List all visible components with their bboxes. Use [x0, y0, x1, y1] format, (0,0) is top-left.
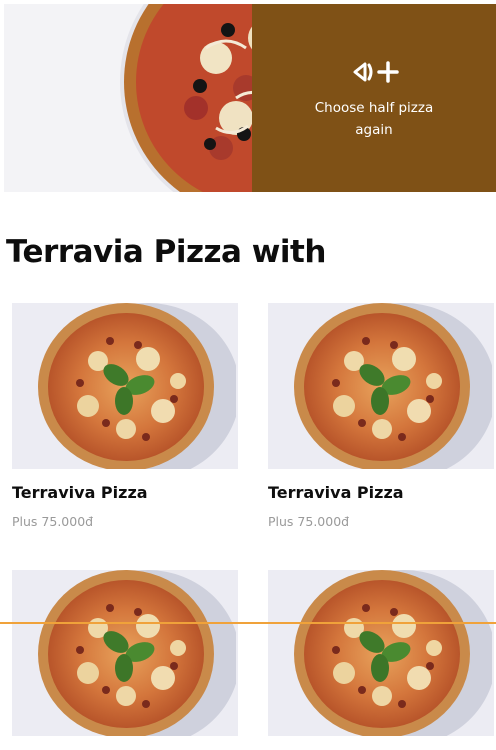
- product-image: [268, 570, 494, 736]
- product-image: [12, 570, 238, 736]
- half-pizza-photo: [4, 4, 252, 192]
- choose-half-pizza-button[interactable]: Choose half pizza again: [252, 4, 496, 192]
- section-title: Terravia Pizza with: [6, 234, 326, 270]
- product-price: Plus 75.000đ: [12, 514, 94, 529]
- product-image: [12, 303, 238, 469]
- half-pizza-image: [120, 4, 252, 192]
- product-card[interactable]: Terraviva Pizza Plus 75.000đ: [268, 303, 494, 529]
- choose-half-pizza-label: Choose half pizza again: [314, 100, 434, 138]
- product-name: Terraviva Pizza: [12, 483, 148, 502]
- product-image: [268, 303, 494, 469]
- half-pizza-plus-icon: [349, 61, 399, 83]
- product-card[interactable]: Terraviva Pizza Plus 75.000đ: [12, 303, 238, 529]
- product-price: Plus 75.000đ: [268, 514, 350, 529]
- product-card[interactable]: [268, 570, 494, 750]
- product-card[interactable]: [12, 570, 238, 750]
- product-name: Terraviva Pizza: [268, 483, 404, 502]
- half-pizza-banner: Choose half pizza again: [4, 4, 496, 192]
